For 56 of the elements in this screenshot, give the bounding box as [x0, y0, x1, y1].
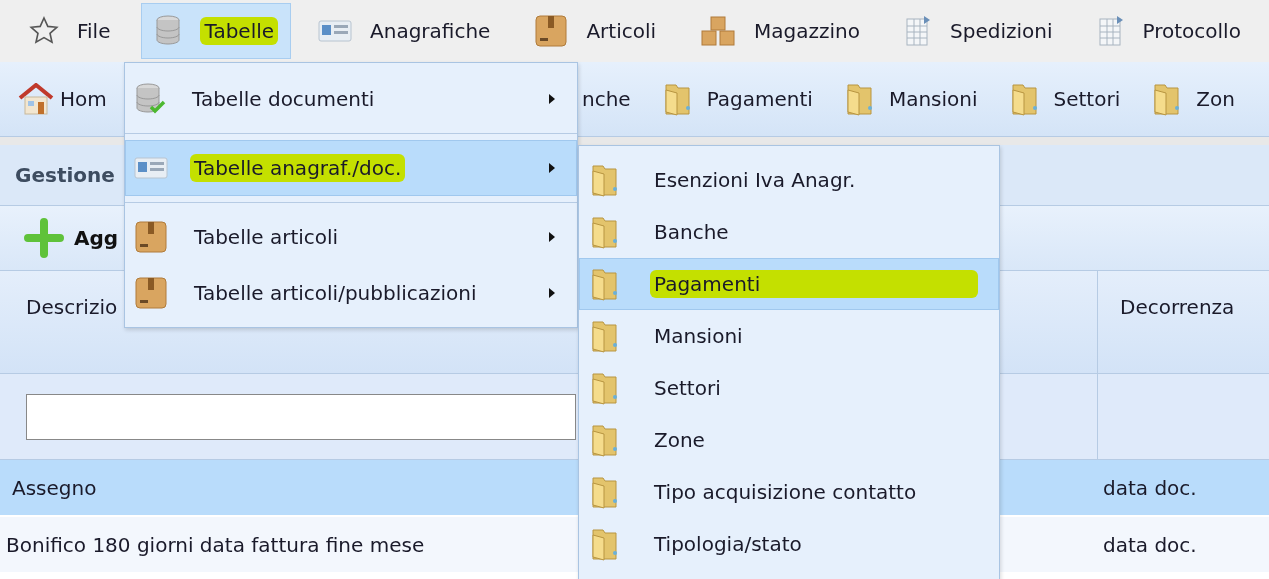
submenu-arrow-icon — [548, 231, 556, 243]
folder-icon — [590, 423, 620, 457]
box-icon — [534, 14, 569, 48]
menu-item[interactable]: Tipologia/stato — [579, 518, 999, 570]
menu-item[interactable]: Protocollo — [1083, 3, 1258, 59]
submenu-arrow-icon — [548, 93, 556, 105]
toolbar-link[interactable]: Mansioni — [884, 85, 982, 113]
toolbar-link[interactable]: Zon — [1192, 85, 1239, 113]
menu-item[interactable]: Esenzioni Iva Anagr. — [579, 154, 999, 206]
folder-icon — [590, 215, 620, 249]
id-card-icon — [134, 156, 168, 180]
menu-item[interactable]: Magazzino — [687, 3, 878, 59]
menu-item[interactable]: Tabelle articoli/pubblicazioni — [125, 265, 577, 321]
add-button[interactable]: Agg — [24, 218, 119, 258]
menu-item[interactable]: Spedizioni — [891, 3, 1070, 59]
panel-title: Gestione — [15, 163, 115, 187]
menu-item[interactable]: Tabelle anagraf./doc. — [125, 140, 577, 196]
folder-icon — [1009, 82, 1040, 116]
menu-item[interactable]: Tabelle documenti — [125, 71, 577, 127]
toolbar-link[interactable]: Pagamenti — [702, 85, 817, 113]
spreadsheet-icon — [1096, 15, 1125, 47]
menu-item[interactable]: Tabelle articoli — [125, 209, 577, 265]
table-cell: data doc. — [1097, 460, 1269, 517]
menu-item[interactable]: Tipo acquisizione contatto — [579, 466, 999, 518]
menu-item[interactable]: Articoli — [521, 3, 674, 59]
submenu-arrow-icon — [548, 287, 556, 299]
toolbar-link[interactable]: Hom — [60, 87, 107, 111]
folder-icon — [590, 527, 620, 561]
star-icon — [29, 16, 59, 46]
folder-icon — [590, 319, 620, 353]
plus-icon — [24, 218, 64, 258]
folder-icon — [590, 475, 620, 509]
menu-item[interactable]: Mansioni — [579, 310, 999, 362]
toolbar-link[interactable]: Settori — [1049, 85, 1125, 113]
folder-icon — [662, 82, 693, 116]
column-header[interactable]: Decorrenza — [1097, 271, 1269, 374]
folder-icon — [590, 163, 620, 197]
menu-item[interactable]: Pagamenti — [579, 258, 999, 310]
menu-item[interactable]: Settori — [579, 362, 999, 414]
table-cell: data doc. — [1097, 517, 1269, 574]
menu-item[interactable]: Tabelle — [141, 3, 292, 59]
box-icon — [134, 220, 168, 254]
database-check-icon — [134, 82, 166, 116]
menu-item[interactable]: Banche — [579, 206, 999, 258]
house-icon — [18, 83, 54, 115]
id-card-icon — [318, 19, 353, 43]
toolbar-link[interactable]: nche — [578, 85, 635, 113]
boxes-icon — [700, 15, 737, 47]
submenu-arrow-icon — [548, 162, 556, 174]
folder-icon — [844, 82, 875, 116]
menu-item[interactable]: File — [16, 3, 128, 59]
filter-field[interactable] — [26, 393, 576, 440]
folder-icon — [590, 267, 620, 301]
box-icon — [134, 276, 168, 310]
folder-icon — [590, 371, 620, 405]
menu-item[interactable]: Anagrafiche — [305, 3, 508, 59]
